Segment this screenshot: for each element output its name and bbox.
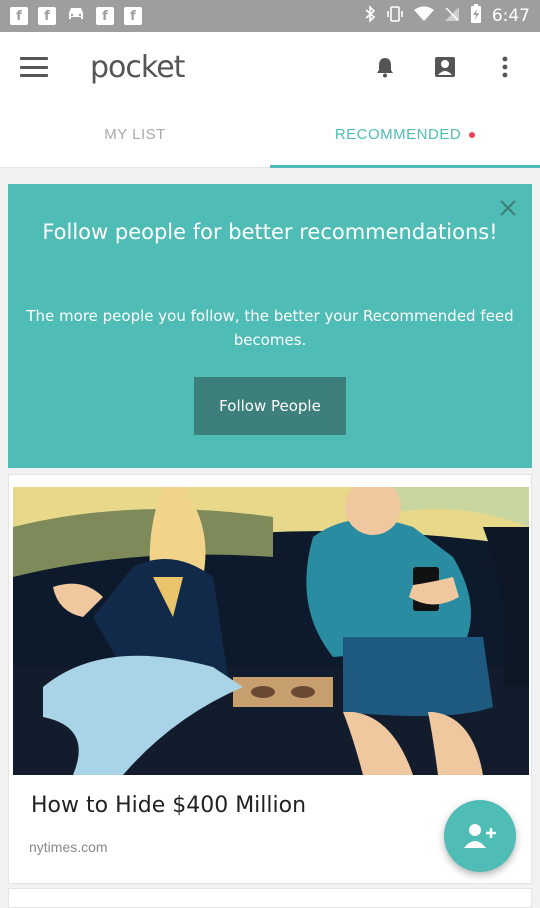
hamburger-menu-icon[interactable] xyxy=(20,57,48,77)
system-icons: 6:47 xyxy=(364,4,530,28)
facebook-notification-icon: f xyxy=(124,7,142,25)
battery-charging-icon xyxy=(470,4,482,28)
bluetooth-icon xyxy=(364,5,376,27)
toolbar: pocket xyxy=(0,32,540,102)
notification-icons: f f f f xyxy=(10,6,142,26)
new-badge-dot xyxy=(469,131,476,138)
tab-bar: MY LIST RECOMMENDED xyxy=(0,102,540,168)
toolbar-actions xyxy=(370,52,520,82)
more-vertical-icon[interactable] xyxy=(490,52,520,82)
facebook-notification-icon: f xyxy=(38,7,56,25)
close-icon[interactable] xyxy=(498,198,518,218)
tab-recommended[interactable]: RECOMMENDED xyxy=(270,102,540,168)
banner-description: The more people you follow, the better y… xyxy=(26,307,514,349)
tab-label: RECOMMENDED xyxy=(334,126,462,143)
app-logo: pocket xyxy=(90,49,185,85)
article-source: nytimes.com xyxy=(29,839,108,855)
vibrate-icon xyxy=(386,5,404,27)
facebook-notification-icon: f xyxy=(96,7,114,25)
profile-icon[interactable] xyxy=(430,52,460,82)
add-person-icon xyxy=(464,824,496,848)
next-article-card[interactable] xyxy=(8,888,532,908)
tab-label: MY LIST xyxy=(104,126,166,143)
follow-people-banner: Follow people for better recommendations… xyxy=(8,184,532,468)
tab-my-list[interactable]: MY LIST xyxy=(0,102,270,167)
no-signal-icon xyxy=(444,6,460,26)
car-icon xyxy=(66,6,86,26)
add-person-button[interactable] xyxy=(444,800,516,872)
follow-people-button[interactable]: Follow People xyxy=(194,377,346,435)
article-title[interactable]: How to Hide $400 Million xyxy=(31,793,306,818)
bell-icon[interactable] xyxy=(370,52,400,82)
status-bar: f f f f 6:47 xyxy=(0,0,540,32)
facebook-notification-icon: f xyxy=(10,7,28,25)
wifi-icon xyxy=(413,6,434,26)
clock: 6:47 xyxy=(491,6,530,26)
banner-title: Follow people for better recommendations… xyxy=(42,220,498,244)
article-image xyxy=(13,487,529,775)
